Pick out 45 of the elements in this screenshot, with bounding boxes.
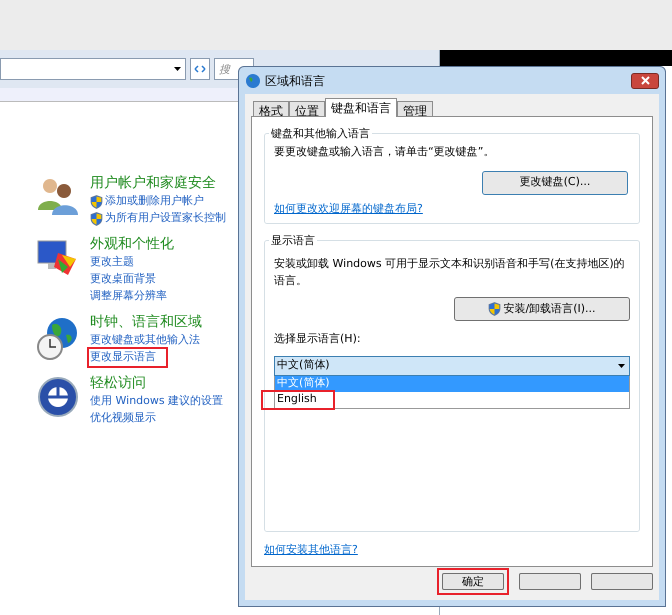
accessibility-icon bbox=[36, 376, 80, 418]
ok-button[interactable]: 确定 bbox=[442, 573, 504, 590]
people-icon bbox=[36, 176, 80, 216]
dropdown-arrow-icon bbox=[618, 364, 625, 368]
globe-clock-icon bbox=[36, 315, 80, 361]
tab[interactable]: 键盘和语言 bbox=[325, 98, 397, 117]
install-languages-button[interactable]: 安装/卸载语言(I)... bbox=[454, 297, 630, 321]
task-link[interactable]: 更改桌面背景 bbox=[90, 271, 156, 288]
task-link[interactable]: 更改主题 bbox=[90, 254, 134, 271]
task-link[interactable]: 为所有用户设置家长控制 bbox=[105, 210, 226, 227]
refresh-button[interactable] bbox=[190, 58, 210, 80]
shield-icon bbox=[90, 194, 103, 208]
address-bar[interactable] bbox=[0, 58, 186, 80]
task-link[interactable]: 更改显示语言 bbox=[90, 350, 156, 364]
instruction-text: 要更改键盘或输入语言，请单击“更改键盘”。 bbox=[274, 144, 496, 160]
category-title[interactable]: 用户帐户和家庭安全 bbox=[90, 174, 226, 193]
globe-icon bbox=[245, 72, 261, 88]
tab[interactable]: 格式 bbox=[253, 101, 289, 117]
task-link[interactable]: 调整屏幕分辨率 bbox=[90, 288, 167, 305]
cancel-button[interactable] bbox=[519, 573, 581, 590]
dropdown-value: 中文(简体) bbox=[277, 357, 330, 374]
refresh-icon bbox=[194, 64, 206, 74]
dropdown-option[interactable]: English bbox=[263, 392, 333, 408]
help-link[interactable]: 如何更改欢迎屏幕的键盘布局? bbox=[274, 200, 630, 217]
category-title[interactable]: 外观和个性化 bbox=[90, 235, 174, 254]
description-text: 安装或卸载 Windows 可用于显示文本和识别语音和手写(在支持地区)的语言。 bbox=[274, 256, 626, 289]
category-title[interactable]: 时钟、语言和区域 bbox=[90, 313, 202, 332]
task-link[interactable]: 更改键盘或其他输入法 bbox=[90, 332, 200, 349]
dropdown-arrow-icon bbox=[174, 67, 181, 71]
shield-icon bbox=[90, 212, 103, 226]
field-label: 选择显示语言(H): bbox=[274, 331, 362, 347]
language-dropdown[interactable]: 中文(简体) bbox=[274, 356, 630, 376]
task-link[interactable]: 添加或删除用户帐户 bbox=[105, 193, 204, 210]
task-link[interactable]: 优化视频显示 bbox=[90, 410, 156, 427]
category-title[interactable]: 轻松访问 bbox=[90, 374, 224, 393]
tab[interactable]: 管理 bbox=[397, 101, 433, 117]
tab[interactable]: 位置 bbox=[289, 101, 325, 117]
close-icon bbox=[640, 76, 650, 85]
shield-icon bbox=[488, 302, 502, 316]
install-help-link[interactable]: 如何安装其他语言? bbox=[264, 542, 640, 558]
apply-button[interactable] bbox=[591, 573, 653, 590]
change-keyboard-button[interactable]: 更改键盘(C)... bbox=[482, 170, 628, 194]
close-button[interactable] bbox=[631, 72, 659, 88]
task-link[interactable]: 使用 Windows 建议的设置 bbox=[90, 393, 224, 410]
window-title: 区域和语言 bbox=[265, 72, 325, 90]
